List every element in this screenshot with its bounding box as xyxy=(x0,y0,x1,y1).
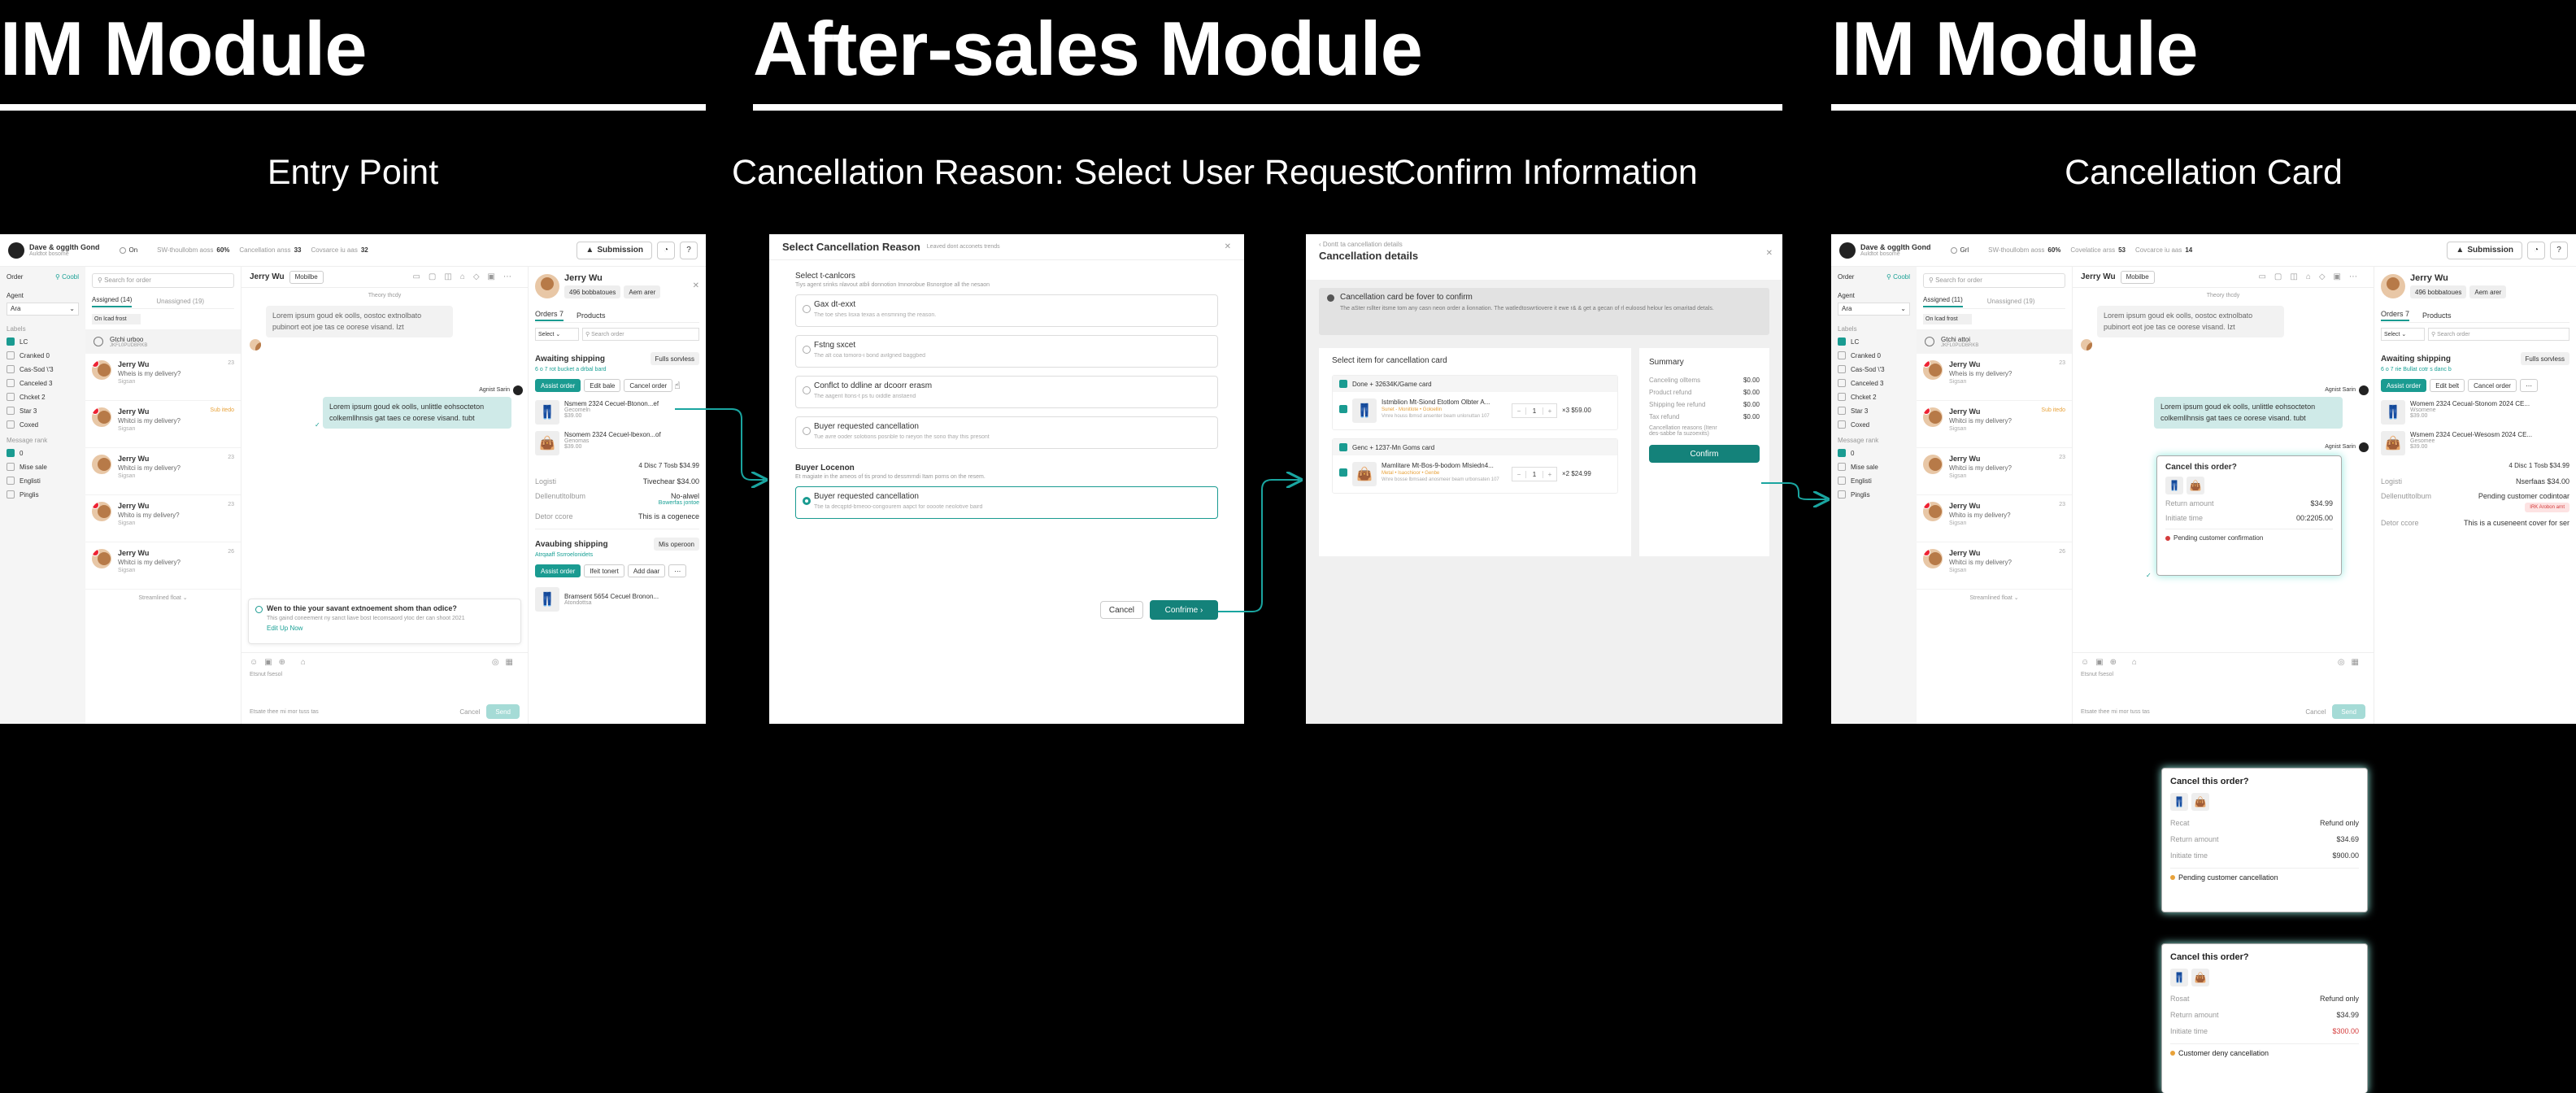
connector-entry-to-reason xyxy=(675,408,764,480)
flow-connectors xyxy=(675,408,2576,612)
connector-confirm-to-card xyxy=(1761,482,1826,499)
connector-reason-to-confirm xyxy=(1218,480,1299,612)
